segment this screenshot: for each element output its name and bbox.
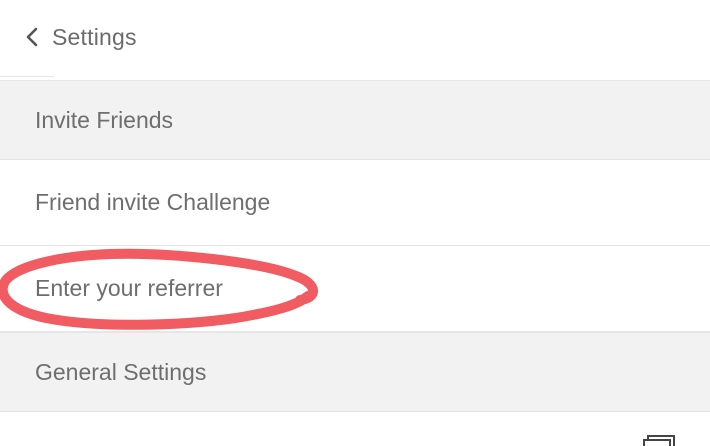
section-label: General Settings xyxy=(35,358,207,385)
section-header-general-settings: General Settings xyxy=(0,332,710,412)
section-header-invite-friends: Invite Friends xyxy=(0,80,710,160)
menu-item-enter-your-referrer[interactable]: Enter your referrer xyxy=(0,246,710,332)
section-label: Invite Friends xyxy=(35,106,174,133)
back-button[interactable]: Settings xyxy=(24,22,154,52)
header-divider xyxy=(0,76,54,77)
menu-item-label: Enter your referrer xyxy=(35,275,223,301)
menu-item-label: Friend invite Challenge xyxy=(35,189,271,215)
top-bar: Settings xyxy=(0,0,710,76)
back-label: Settings xyxy=(52,23,137,50)
menu-item-friend-invite-challenge[interactable]: Friend invite Challenge xyxy=(0,160,710,246)
chevron-left-icon xyxy=(24,27,40,47)
copy-icon[interactable] xyxy=(640,430,680,446)
settings-screen: Settings Invite Friends Friend invite Ch… xyxy=(0,0,710,446)
